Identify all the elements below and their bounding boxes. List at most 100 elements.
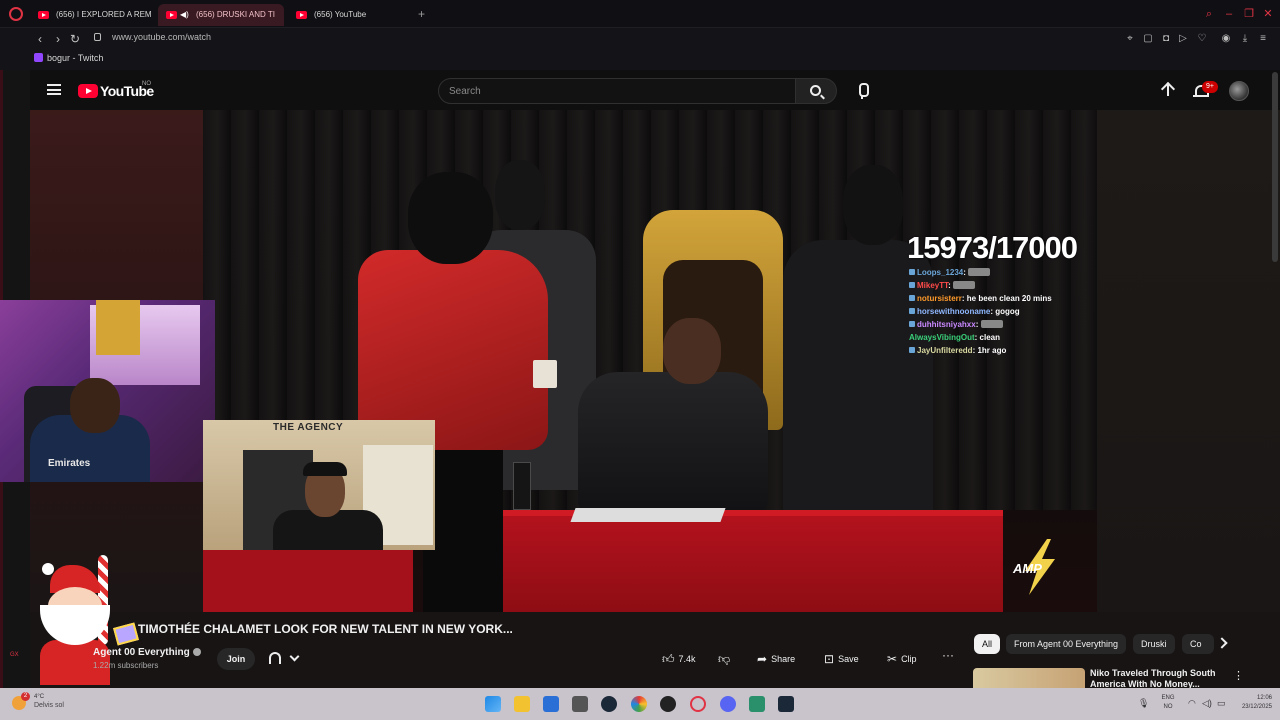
chip-druski[interactable]: Druski (1133, 634, 1175, 654)
chat-line: duhhitsniyahxx: (909, 318, 1089, 331)
back-button[interactable]: ‹ (33, 31, 47, 47)
chip-from-channel[interactable]: From Agent 00 Everything (1006, 634, 1127, 654)
chat-badge-icon (909, 282, 915, 288)
tab-explored[interactable]: (656) I EXPLORED A REM (30, 4, 154, 26)
dislike-button[interactable]: 👎︎ (718, 649, 734, 669)
menu-icon[interactable]: ≡ (1257, 32, 1269, 45)
tab-youtube[interactable]: (656) YouTube (288, 4, 408, 26)
subscription-bell-button[interactable] (265, 648, 305, 670)
save-button[interactable]: ⊡ Save (824, 649, 859, 669)
chat-message: : clean (974, 333, 1000, 342)
app-cube-icon[interactable] (572, 696, 588, 712)
pin-icon[interactable]: ⌖ (1124, 32, 1136, 45)
chrome-icon[interactable] (631, 696, 647, 712)
voice-search-icon[interactable] (852, 81, 872, 101)
like-button[interactable]: 👍︎ 7.4k (662, 649, 696, 669)
search-box (438, 78, 796, 104)
share-label: Share (771, 654, 796, 664)
chat-user: horsewithnooname (917, 307, 991, 316)
mic-tray-icon[interactable]: 🎙︎ (1138, 698, 1149, 709)
cap (303, 462, 347, 476)
recommended-thumbnail[interactable] (973, 668, 1085, 688)
download-icon[interactable]: ⤓ (1239, 32, 1251, 45)
steam-alt-icon[interactable] (778, 696, 794, 712)
speaker-icon[interactable]: ◀) (180, 4, 189, 26)
search-tabs-icon[interactable]: ⌕ (1203, 8, 1215, 20)
chip-all[interactable]: All (974, 634, 1001, 654)
steam-icon[interactable] (601, 696, 617, 712)
cup (533, 360, 557, 388)
tab-title: (656) DRUSKI AND TI (196, 10, 275, 19)
language-indicator[interactable]: ENG (1158, 695, 1178, 701)
twitch-icon (34, 53, 43, 62)
chat-message: : (975, 320, 979, 329)
join-button[interactable]: Join (217, 648, 255, 670)
chat-line: MikeyTT: (909, 279, 1089, 292)
browser-tab-bar: (656) I EXPLORED A REM ◀) (656) DRUSKI A… (0, 0, 1280, 28)
chat-badge-icon (909, 321, 915, 327)
share-button[interactable]: ➦ Share (757, 649, 795, 669)
close-icon[interactable]: ✕ (1262, 8, 1274, 20)
new-tab-button[interactable]: + (415, 8, 428, 21)
chip-co[interactable]: Co (1182, 634, 1214, 654)
save-label: Save (838, 654, 859, 664)
clip-button[interactable]: ✂ Clip (887, 649, 917, 669)
recommended-title[interactable]: Niko Traveled Through South America With… (1090, 668, 1225, 688)
shield-icon[interactable]: ◘ (1160, 32, 1172, 45)
opera-gx-icon[interactable] (690, 696, 706, 712)
clock-time[interactable]: 12:06 (1222, 695, 1272, 701)
minimize-icon[interactable]: – (1223, 8, 1235, 20)
maximize-icon[interactable]: ❐ (1243, 8, 1255, 20)
santa-pompom (42, 563, 54, 575)
start-icon[interactable] (485, 696, 501, 712)
related-chips: All From Agent 00 Everything Druski Co (972, 634, 1280, 656)
bookmark-twitch[interactable]: bogur - Twitch (34, 53, 103, 63)
recommended-menu-icon[interactable]: ⋮ (1233, 669, 1244, 682)
player-icon[interactable]: ▷ (1177, 32, 1189, 45)
scrollbar[interactable] (1272, 72, 1278, 262)
gift-icon (113, 622, 139, 646)
weather-desc: Delvis sol (34, 702, 64, 709)
app-green-icon[interactable] (749, 696, 765, 712)
subscriber-goal-counter: 15973/17000 (907, 230, 1078, 265)
account-icon[interactable]: ◉ (1220, 32, 1232, 45)
chat-user: duhhitsniyahxx (917, 320, 976, 329)
tab-druski[interactable]: ◀) (656) DRUSKI AND TI (158, 4, 284, 26)
forward-button[interactable]: › (51, 31, 65, 47)
bookmark-icon: ⊡ (824, 652, 835, 666)
heart-icon[interactable]: ♡ (1196, 32, 1208, 45)
upload-icon[interactable] (1158, 81, 1178, 101)
url-field[interactable]: www.youtube.com/watch (112, 32, 211, 42)
discord-icon[interactable] (720, 696, 736, 712)
app-circle-icon[interactable] (660, 696, 676, 712)
emote-icon (953, 281, 976, 289)
chat-message: : gogog (990, 307, 1020, 316)
file-explorer-icon[interactable] (514, 696, 530, 712)
share-icon: ➦ (757, 652, 768, 666)
search-button[interactable] (795, 78, 837, 104)
avatar[interactable] (1229, 81, 1249, 101)
stream-chat-overlay: Loops_1234: MikeyTT: notursisterr: he be… (909, 266, 1089, 357)
notification-badge: 9+ (1202, 81, 1218, 93)
channel-name[interactable]: Agent 00 Everything (93, 647, 201, 658)
chat-badge-icon (909, 269, 915, 275)
chat-line: notursisterr: he been clean 20 mins (909, 292, 1089, 305)
chat-user: AlwaysVibingOut (909, 333, 975, 342)
chat-user: MikeyTT (917, 281, 949, 290)
chat-message: : (948, 281, 951, 290)
store-icon[interactable] (543, 696, 559, 712)
chat-message: : 1hr ago (972, 346, 1007, 355)
volume-icon[interactable]: ◁) (1202, 698, 1212, 709)
weather-badge: 2 (21, 692, 30, 701)
search-input[interactable] (449, 84, 779, 99)
chat-line: horsewithnooname: gogog (909, 305, 1089, 318)
reload-button[interactable]: ↻ (68, 31, 82, 47)
opera-logo-icon[interactable] (9, 7, 23, 21)
lock-icon[interactable] (94, 33, 101, 41)
more-actions-button[interactable]: ··· (942, 648, 954, 662)
guide-menu-icon[interactable] (47, 84, 61, 95)
table-cloth-left (203, 550, 413, 612)
snapshot-icon[interactable]: ▢ (1142, 32, 1154, 45)
youtube-play-icon (78, 84, 98, 98)
wifi-icon[interactable]: ◠ (1188, 698, 1196, 709)
